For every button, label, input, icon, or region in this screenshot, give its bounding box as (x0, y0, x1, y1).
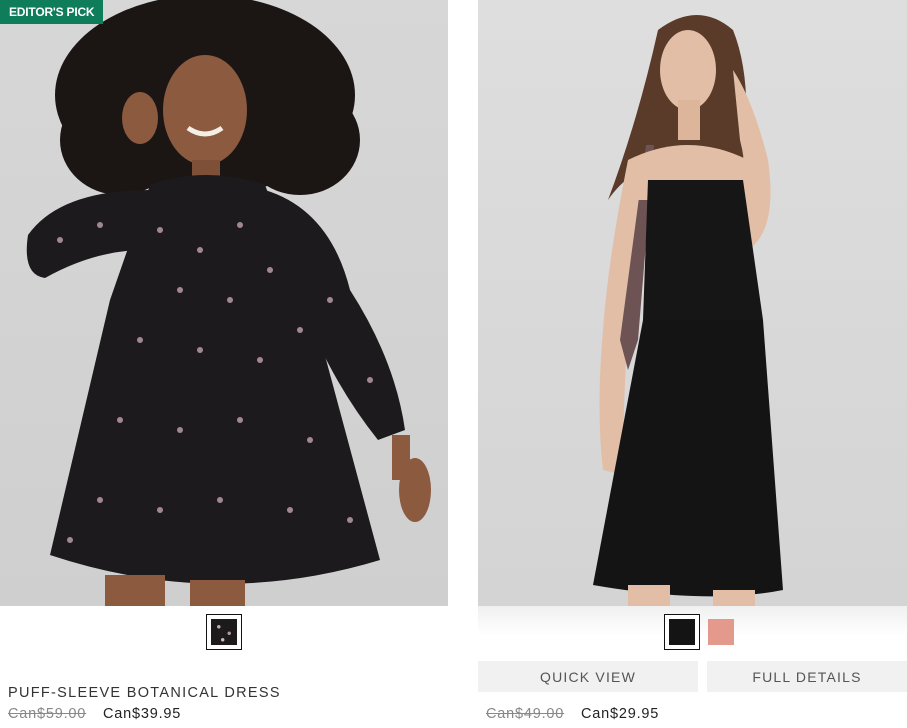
quick-view-button[interactable]: QUICK VIEW (478, 661, 698, 692)
black-dress-model-photo (593, 15, 783, 606)
product-card: EDITOR'S PICK PUFF-SLEEVE BOTANICAL DRES… (0, 0, 448, 722)
original-price: Can$49.00 (486, 706, 565, 722)
swatch-chip (211, 619, 237, 645)
product-actions: QUICK VIEW FULL DETAILS (478, 661, 907, 692)
product-image[interactable]: EDITOR'S PICK (0, 0, 448, 606)
swatch-pink[interactable] (708, 619, 734, 645)
product-image[interactable] (478, 0, 907, 606)
sale-price: Can$29.95 (581, 706, 660, 722)
swatch-chip (669, 619, 695, 645)
price-row: Can$49.00 Can$29.95 (486, 706, 659, 722)
product-card: QUICK VIEW FULL DETAILS Can$49.00 Can$29… (478, 0, 907, 722)
floral-dress-model-photo (26, 0, 431, 606)
color-swatches (664, 614, 734, 650)
swatch-black[interactable] (664, 614, 700, 650)
full-details-button[interactable]: FULL DETAILS (707, 661, 907, 692)
product-name[interactable]: PUFF-SLEEVE BOTANICAL DRESS (8, 685, 281, 701)
editors-pick-badge: EDITOR'S PICK (0, 0, 104, 24)
original-price: Can$59.00 (8, 706, 87, 722)
swatch-black-floral[interactable] (206, 614, 242, 650)
price-row: Can$59.00 Can$39.95 (8, 706, 181, 722)
product-grid: EDITOR'S PICK PUFF-SLEEVE BOTANICAL DRES… (0, 0, 907, 728)
sale-price: Can$39.95 (103, 706, 182, 722)
color-swatches (206, 614, 242, 650)
